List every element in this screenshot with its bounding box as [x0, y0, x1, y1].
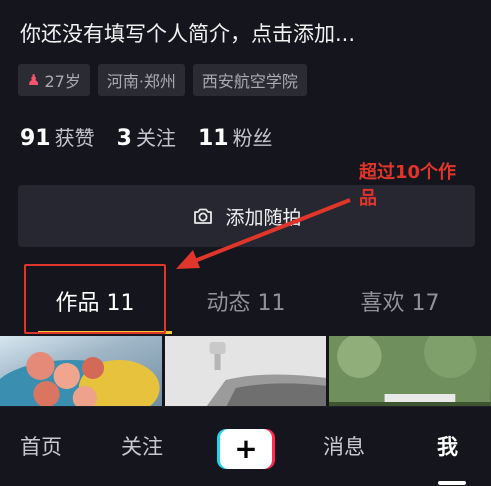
- nav-me[interactable]: 我: [437, 431, 458, 461]
- tab-likes[interactable]: 喜欢 17: [330, 268, 470, 334]
- tag-location: 河南·郑州: [97, 64, 185, 96]
- tag-school-label: 西安航空学院: [201, 72, 298, 91]
- stat-following-label: 关注: [135, 126, 176, 150]
- bio-text[interactable]: 你还没有填写个人简介，点击添加...: [20, 18, 355, 48]
- tab-dynamic[interactable]: 动态 11: [176, 268, 316, 334]
- profile-tags: ♟ 27岁 河南·郑州 西安航空学院: [18, 64, 307, 96]
- thumbnail-image-outdoor: [329, 336, 491, 408]
- video-thumbnail[interactable]: [164, 336, 327, 408]
- tag-age: ♟ 27岁: [18, 64, 90, 96]
- stat-following-count: 3: [116, 126, 132, 151]
- publish-button[interactable]: +: [217, 429, 275, 469]
- female-icon: ♟: [27, 71, 41, 89]
- nav-home[interactable]: 首页: [20, 431, 62, 461]
- stat-followers-label: 粉丝: [232, 126, 273, 150]
- video-thumbnail[interactable]: [0, 336, 162, 408]
- stat-likes-count: 91: [20, 126, 51, 151]
- tag-school: 西安航空学院: [192, 64, 307, 96]
- works-grid: [0, 336, 491, 408]
- add-snapshot-label: 添加随拍: [225, 206, 302, 229]
- camera-icon: [194, 208, 213, 224]
- annotation-highlight-box: [24, 264, 166, 334]
- annotation-text: 超过10个作品: [359, 162, 457, 209]
- video-thumbnail[interactable]: [329, 336, 491, 408]
- plus-icon: +: [220, 429, 272, 469]
- stat-following[interactable]: 3 关注: [117, 122, 176, 151]
- profile-stats: 91 获赞 3 关注 11 粉丝: [20, 122, 273, 151]
- stat-followers-count: 11: [197, 126, 229, 151]
- nav-messages[interactable]: 消息: [323, 431, 365, 461]
- stat-likes[interactable]: 91 获赞: [20, 122, 95, 151]
- thumbnail-image-sink: [164, 336, 327, 408]
- tag-age-label: 27岁: [44, 72, 81, 91]
- stat-followers[interactable]: 11 粉丝: [198, 122, 273, 151]
- tag-location-label: 河南·郑州: [106, 72, 176, 91]
- stat-likes-label: 获赞: [54, 126, 95, 150]
- nav-follow[interactable]: 关注: [121, 431, 163, 461]
- home-indicator: [438, 481, 466, 485]
- bottom-nav: 首页 关注 + 消息 我: [0, 406, 491, 486]
- thumbnail-image-peaches: [0, 352, 160, 408]
